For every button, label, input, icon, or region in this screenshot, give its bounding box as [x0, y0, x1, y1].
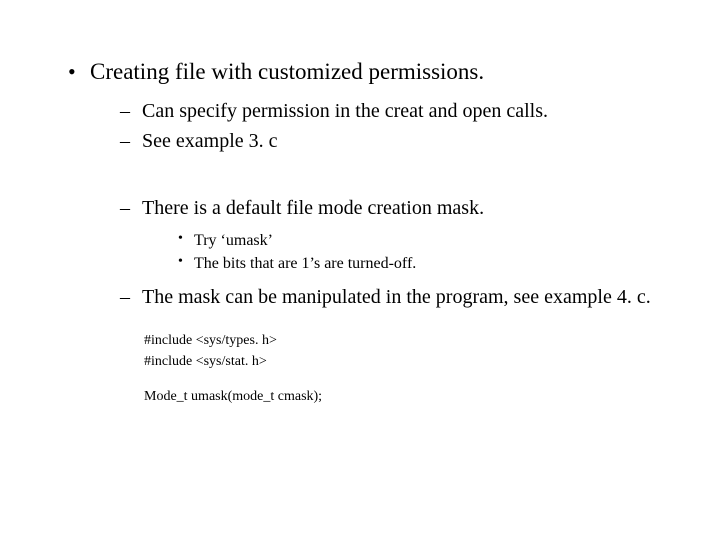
spacer	[120, 160, 680, 196]
sub-bullet: The mask can be manipulated in the progr…	[120, 285, 680, 311]
heading-text: Creating file with customized permission…	[90, 59, 484, 84]
bullet-list-level2: Can specify permission in the creat and …	[120, 99, 680, 311]
sub-sub-text: The bits that are 1’s are turned-off.	[194, 255, 416, 272]
slide-body: Creating file with customized permission…	[0, 0, 720, 407]
code-line: #include <sys/types. h>	[144, 332, 680, 351]
bullet-list-level1: Creating file with customized permission…	[66, 58, 680, 407]
code-line: Mode_t umask(mode_t cmask);	[144, 388, 680, 407]
code-line: #include <sys/stat. h>	[144, 353, 680, 372]
sub-bullet: There is a default file mode creation ma…	[120, 196, 680, 275]
sub-text: The mask can be manipulated in the progr…	[142, 286, 651, 308]
sub-bullet: See example 3. c	[120, 129, 680, 155]
spacer	[144, 374, 680, 386]
sub-sub-text: Try ‘umask’	[194, 232, 273, 249]
sub-text: There is a default file mode creation ma…	[142, 197, 484, 219]
sub-bullet: Can specify permission in the creat and …	[120, 99, 680, 125]
sub-text: Can specify permission in the creat and …	[142, 100, 548, 122]
sub-sub-bullet: Try ‘umask’	[176, 230, 680, 252]
bullet-list-level3: Try ‘umask’ The bits that are 1’s are tu…	[176, 230, 680, 275]
sub-text: See example 3. c	[142, 130, 278, 152]
code-block: #include <sys/types. h> #include <sys/st…	[144, 332, 680, 407]
sub-sub-bullet: The bits that are 1’s are turned-off.	[176, 253, 680, 275]
heading-bullet: Creating file with customized permission…	[66, 58, 680, 407]
